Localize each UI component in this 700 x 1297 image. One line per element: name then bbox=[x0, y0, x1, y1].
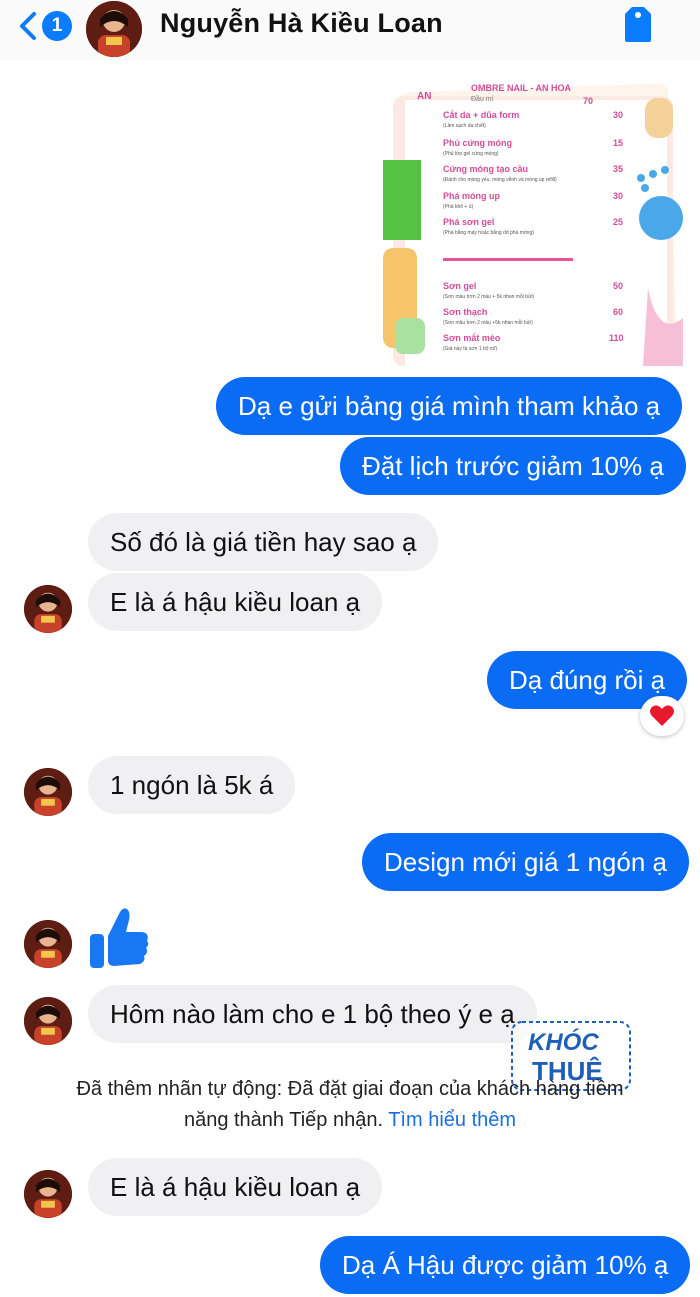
price-item-name: Sơn thạch bbox=[443, 307, 488, 317]
price-item-name: Phá móng up bbox=[443, 191, 500, 201]
outgoing-message[interactable]: Dạ Á Hậu được giảm 10% ạ bbox=[320, 1236, 691, 1294]
contact-avatar[interactable] bbox=[86, 1, 142, 57]
system-notice: Đã thêm nhãn tự động: Đã đặt giai đoạn c… bbox=[30, 1074, 670, 1136]
price-list-left-header: AN bbox=[417, 91, 432, 102]
incoming-message[interactable]: Số đó là giá tiền hay sao ạ bbox=[88, 513, 439, 571]
thumbs-up-sticker[interactable] bbox=[88, 906, 150, 970]
price-item-name: Phá sơn gel bbox=[443, 217, 495, 227]
price-item-note: (Phá khô + ủ) bbox=[443, 204, 474, 210]
price-list-subtitle: Đầu mí bbox=[471, 96, 494, 103]
contact-avatar-small[interactable] bbox=[24, 585, 72, 633]
price-item-name: Phủ cứng móng bbox=[443, 138, 513, 148]
incoming-message[interactable]: E là á hậu kiều loan ạ bbox=[88, 573, 383, 631]
outgoing-message[interactable]: Đặt lịch trước giảm 10% ạ bbox=[340, 437, 686, 495]
price-item-price: 30 bbox=[613, 110, 624, 120]
system-notice-line2: năng thành Tiếp nhận. bbox=[183, 1109, 384, 1131]
price-item-price: 60 bbox=[613, 307, 624, 317]
incoming-message[interactable]: E là á hậu kiều loan ạ bbox=[88, 1158, 383, 1216]
price-item-price: 30 bbox=[613, 191, 624, 201]
message-reaction[interactable] bbox=[640, 696, 684, 736]
unread-badge: 1 bbox=[42, 11, 72, 41]
price-item-price: 50 bbox=[613, 281, 624, 291]
price-list-header-price: 70 bbox=[583, 96, 594, 106]
price-item-price: 35 bbox=[613, 164, 624, 174]
price-item-name: Sơn gel bbox=[443, 281, 477, 291]
thumbs-up-icon bbox=[90, 908, 149, 968]
price-item-name: Sơn mắt mèo bbox=[443, 333, 501, 343]
price-item-note: (Sơn màu trơn 2 màu +5k nhan mỗi bửi) bbox=[443, 320, 533, 326]
price-item-note: (Sơn màu trơn 2 màu + 5k nhan mỗi bửi) bbox=[443, 294, 535, 300]
price-item-note: (Phá bằng máy hoặc bằng dd phá móng) bbox=[443, 230, 534, 236]
svg-text:KHÓC: KHÓC bbox=[528, 1028, 599, 1056]
price-item-note: (Giá này tà sơn 1 bộ mĩ) bbox=[443, 346, 498, 352]
contact-avatar-small[interactable] bbox=[24, 768, 72, 816]
outgoing-message[interactable]: Dạ e gửi bảng giá mình tham khảo ạ bbox=[216, 377, 683, 435]
contact-name[interactable]: Nguyễn Hà Kiều Loan bbox=[160, 8, 443, 39]
price-item-name: Cắt da + dũa form bbox=[443, 110, 520, 120]
price-item-price: 25 bbox=[613, 217, 624, 227]
price-item-note: (Làm sạch da chết) bbox=[443, 123, 486, 129]
chevron-left-icon bbox=[20, 12, 36, 40]
price-item-note: (Đánh cho móng yếu, móng vểnh và móng up… bbox=[443, 177, 557, 183]
price-item-name: Cứng móng tạo cầu bbox=[443, 164, 529, 174]
label-button[interactable] bbox=[620, 4, 656, 44]
incoming-message[interactable]: 1 ngón là 5k á bbox=[88, 756, 296, 814]
tag-icon bbox=[625, 7, 651, 42]
incoming-message[interactable]: Hôm nào làm cho e 1 bộ theo ý e ạ bbox=[88, 985, 537, 1043]
contact-avatar-small[interactable] bbox=[24, 920, 72, 968]
price-item-price: 15 bbox=[613, 138, 624, 148]
conversation-header: 1 Nguyễn Hà Kiều Loan bbox=[0, 0, 700, 60]
contact-avatar-small[interactable] bbox=[24, 997, 72, 1045]
outgoing-message[interactable]: Design mới giá 1 ngón ạ bbox=[362, 833, 689, 891]
price-list-title: OMBRE NAIL - AN HOA bbox=[471, 83, 571, 93]
system-notice-line1: Đã thêm nhãn tự động: Đã đặt giai đoạn c… bbox=[76, 1078, 624, 1100]
heart-icon bbox=[650, 705, 674, 726]
price-item-price: 110 bbox=[609, 333, 624, 343]
price-item-note: (Phủ lớp gel cứng móng) bbox=[443, 151, 499, 157]
learn-more-link[interactable]: Tìm hiểu thêm bbox=[388, 1109, 516, 1131]
price-list-image[interactable]: AN OMBRE NAIL - AN HOA Đầu mí 70 Cắt da … bbox=[383, 78, 688, 366]
contact-avatar-small[interactable] bbox=[24, 1170, 72, 1218]
back-button[interactable]: 1 bbox=[18, 6, 78, 46]
